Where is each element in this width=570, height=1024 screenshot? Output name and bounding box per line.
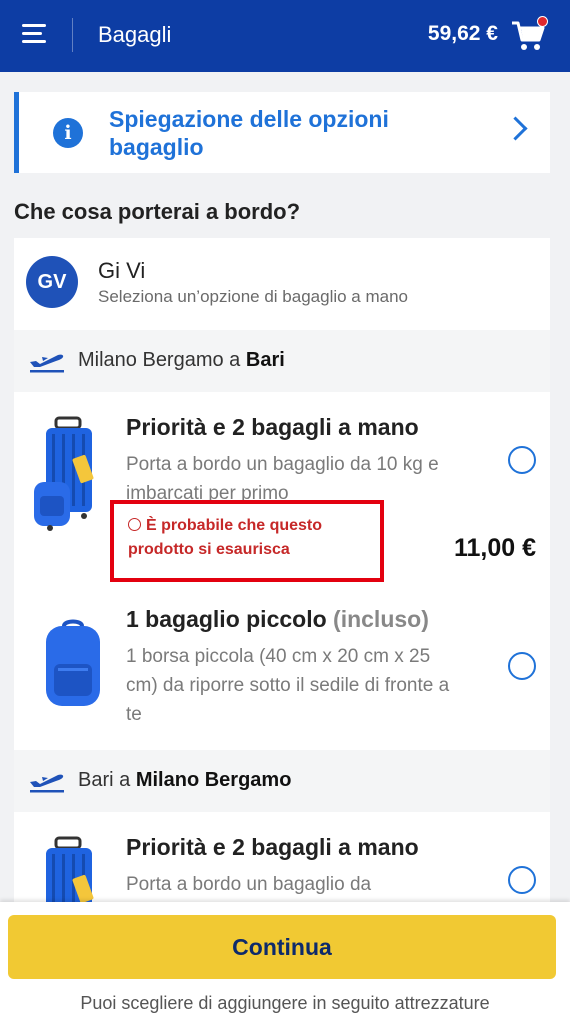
flight-header-return: Bari a Milano Bergamo <box>14 750 550 813</box>
clock-icon <box>128 518 141 531</box>
baggage-panel: GV Gi Vi Seleziona un’opzione di bagagli… <box>14 238 550 938</box>
passenger-name: Gi Vi <box>98 258 146 283</box>
warning-text: È probabile che questo prodotto si esaur… <box>128 517 323 558</box>
option-description: Porta a bordo un bagaglio da 10 kg e imb… <box>126 454 439 500</box>
option-title: 1 bagaglio piccolo (incluso) <box>126 606 429 632</box>
included-tag: (incluso) <box>333 606 429 632</box>
passenger-subtitle: Seleziona un’opzione di bagaglio a mano <box>98 287 409 306</box>
chevron-right-icon <box>503 116 528 141</box>
section-title: Che cosa porterai a bordo? <box>14 199 301 224</box>
basket-total[interactable]: 59,62 € <box>428 22 498 46</box>
cart-notification-dot <box>537 16 548 27</box>
continue-button[interactable]: Continua <box>8 915 556 979</box>
low-stock-warning: È probabile che questo prodotto si esaur… <box>110 500 384 582</box>
option-radio[interactable] <box>508 446 536 474</box>
baggage-info-link[interactable]: Spiegazione delle opzioni bagaglio <box>109 105 439 161</box>
page-title: Bagagli <box>98 22 172 47</box>
option-radio[interactable] <box>508 866 536 894</box>
info-icon: i <box>53 118 83 148</box>
option-priority-2-bags[interactable]: Priorità e 2 bagagli a mano Porta a bord… <box>14 392 550 585</box>
flight-header-outbound: Milano Bergamo a Bari <box>14 330 550 393</box>
option-title: Priorità e 2 bagagli a mano <box>126 414 419 440</box>
option-price: 11,00 € <box>453 534 536 562</box>
option-title: Priorità e 2 bagagli a mano <box>126 834 419 860</box>
option-description: 1 borsa piccola (40 cm x 20 cm x 25 cm) … <box>126 646 450 725</box>
option-description: Porta a bordo un bagaglio da <box>126 874 372 895</box>
hamburger-menu-icon[interactable] <box>22 24 46 44</box>
avatar: GV <box>26 256 78 308</box>
option-small-bag[interactable]: 1 bagaglio piccolo (incluso) 1 borsa pic… <box>14 584 550 751</box>
header-divider <box>72 18 73 52</box>
backpack-icon <box>46 619 100 706</box>
passenger-row: GV Gi Vi Seleziona un’opzione di bagagli… <box>14 238 550 331</box>
flight-route: Bari a Milano Bergamo <box>78 769 292 791</box>
option-radio[interactable] <box>508 652 536 680</box>
plane-takeoff-icon <box>30 774 64 793</box>
bottom-bar: Continua Puoi scegliere di aggiungere in… <box>0 902 570 1024</box>
suitcase-backpack-icon <box>34 416 94 531</box>
footer-note: Puoi scegliere di aggiungere in seguito … <box>80 993 490 1013</box>
top-app-bar: Bagagli 59,62 € <box>0 0 570 72</box>
plane-takeoff-icon <box>30 354 64 373</box>
flight-route: Milano Bergamo a Bari <box>78 349 285 371</box>
baggage-info-card[interactable]: i Spiegazione delle opzioni bagaglio <box>14 92 550 173</box>
